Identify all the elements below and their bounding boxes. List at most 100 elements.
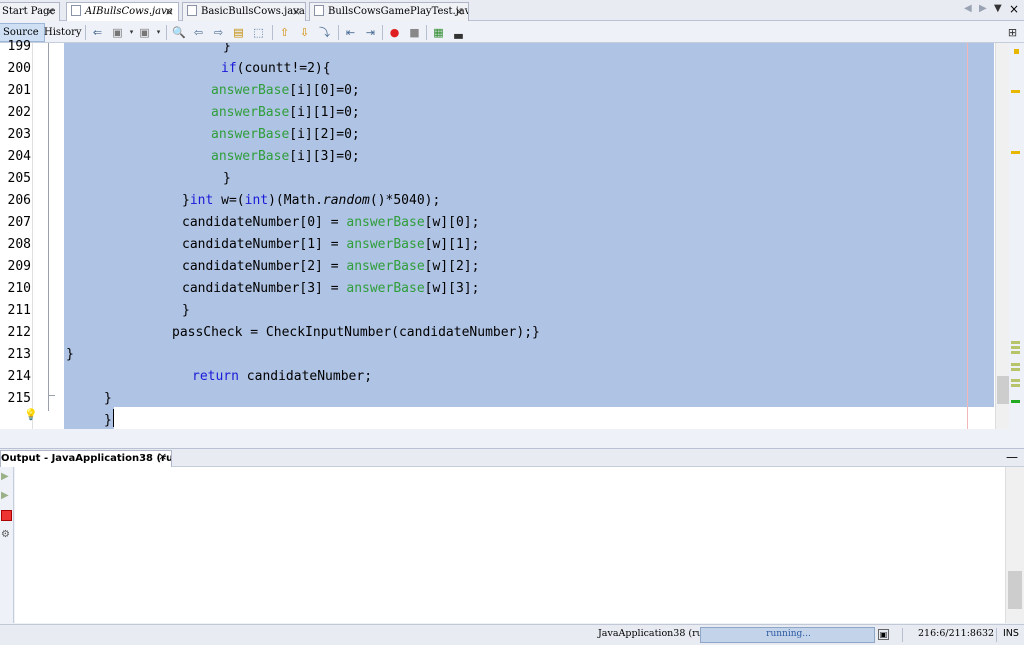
find-previous-icon[interactable]: ⇦ (192, 26, 205, 39)
output-console[interactable] (15, 467, 1005, 623)
close-icon[interactable]: × (46, 3, 55, 20)
editor-tab-bar: Start Page × AIBullsCows.java × BasicBul… (0, 0, 1024, 21)
rerun-with-params-icon[interactable]: ▶ (1, 490, 11, 502)
code-line[interactable]: } (66, 344, 74, 366)
code-line[interactable]: answerBase[i][2]=0; (211, 124, 360, 146)
minimize-icon[interactable]: — (1006, 450, 1018, 464)
previous-bookmark-icon[interactable]: ⇧ (278, 26, 291, 39)
code-token: [w][3]; (424, 281, 480, 296)
occurrence-marker[interactable] (1011, 379, 1020, 382)
close-icon[interactable]: × (158, 450, 167, 463)
start-macro-icon[interactable]: ● (388, 26, 401, 39)
code-line[interactable]: if(countt!=2){ (221, 58, 331, 80)
forward-icon[interactable]: ▣ (138, 26, 151, 39)
scrollbar-thumb[interactable] (997, 376, 1009, 404)
find-icon[interactable]: 🔍 (172, 26, 186, 39)
code-line[interactable]: candidateNumber[0] = answerBase[w][0]; (182, 212, 479, 234)
code-line[interactable]: } (223, 168, 231, 190)
maximize-icon[interactable]: ⊞ (1006, 26, 1019, 39)
history-button[interactable]: History (38, 23, 88, 42)
code-line[interactable]: } (223, 43, 231, 58)
code-token: } (104, 391, 112, 406)
right-margin-line (967, 43, 968, 429)
lightbulb-hint-icon[interactable]: 💡 (24, 408, 38, 421)
cancel-process-icon[interactable]: ▣ (878, 629, 889, 640)
toggle-highlight-icon[interactable]: ▤ (232, 26, 245, 39)
output-tab-label: Output - JavaApplication38 (ru... (1, 453, 172, 464)
shift-right-icon[interactable]: ⇥ (364, 26, 377, 39)
occurrence-marker[interactable] (1011, 346, 1020, 349)
stop-macro-icon[interactable]: ■ (408, 26, 421, 39)
code-line[interactable]: answerBase[i][0]=0; (211, 80, 360, 102)
occurrence-marker[interactable] (1011, 368, 1020, 371)
next-bookmark-icon[interactable]: ⇩ (298, 26, 311, 39)
code-token: )(Math. (268, 193, 323, 208)
warning-marker[interactable] (1011, 90, 1020, 93)
splitter[interactable] (0, 429, 1024, 448)
caret-marker (1011, 400, 1020, 403)
line-number: 210 (7, 281, 31, 296)
uncomment-icon[interactable]: ▃ (452, 26, 465, 39)
occurrence-marker[interactable] (1011, 351, 1020, 354)
java-file-icon (187, 5, 197, 16)
tab-output[interactable]: Output - JavaApplication38 (ru... (0, 450, 172, 467)
warning-marker[interactable] (1011, 151, 1020, 154)
code-token: candidateNumber[3] = (182, 281, 347, 296)
code-line[interactable]: answerBase[i][1]=0; (211, 102, 360, 124)
last-edit-icon[interactable]: ⇐ (91, 26, 104, 39)
running-process-label[interactable]: JavaApplication38 (run) (598, 628, 713, 639)
occurrence-marker[interactable] (1011, 384, 1020, 387)
code-line[interactable]: } (104, 410, 112, 429)
code-line[interactable]: candidateNumber[1] = answerBase[w][1]; (182, 234, 479, 256)
code-line[interactable]: return candidateNumber; (192, 366, 372, 388)
code-editor[interactable]: 199 200 201 202 203 204 205 206 207 208 209 210 211 2… (0, 39, 1024, 443)
rerun-icon[interactable]: ▶ (1, 471, 11, 483)
code-line[interactable]: } (182, 300, 190, 322)
scroll-tabs-left-icon[interactable]: ◀ (964, 3, 972, 14)
find-next-icon[interactable]: ⇨ (212, 26, 225, 39)
forward-dropdown-icon[interactable]: ▾ (152, 26, 165, 39)
settings-icon[interactable]: ⚙ (1, 529, 11, 541)
code-token: [i][1]=0; (289, 105, 360, 120)
occurrence-marker[interactable] (1011, 363, 1020, 366)
code-area[interactable]: } if(countt!=2){answerBase[i][0]=0; answer… (64, 43, 994, 429)
fold-guide (48, 43, 49, 411)
code-line[interactable]: answerBase[i][3]=0; (211, 146, 360, 168)
scroll-tabs-right-icon[interactable]: ▶ (979, 3, 987, 14)
tab-list-dropdown-icon[interactable]: ▼ (994, 3, 1002, 14)
comment-icon[interactable]: ▦ (432, 26, 445, 39)
caret-position: 216:6/211:8632 (918, 628, 995, 639)
shift-left-icon[interactable]: ⇤ (344, 26, 357, 39)
tab-basicbullscows[interactable]: BasicBullsCows.java × (182, 2, 306, 21)
code-line[interactable]: } (104, 388, 112, 410)
toggle-bookmark-icon[interactable]: ⤵ (318, 26, 331, 39)
output-vertical-scrollbar[interactable] (1005, 467, 1024, 623)
restore-window-icon[interactable]: × (1009, 2, 1019, 16)
scrollbar-thumb[interactable] (1008, 571, 1022, 609)
code-line[interactable]: passCheck = CheckInputNumber(candidateNu… (172, 322, 540, 344)
toolbar-separator (166, 25, 167, 40)
back-icon[interactable]: ▣ (111, 26, 124, 39)
code-token: candidateNumber; (238, 369, 373, 384)
code-line[interactable]: candidateNumber[3] = answerBase[w][3]; (182, 278, 479, 300)
tab-bullscowsgameplaytest[interactable]: BullsCowsGamePlayTest.java × (309, 2, 469, 21)
back-dropdown-icon[interactable]: ▾ (125, 26, 138, 39)
editor-vertical-scrollbar[interactable] (995, 43, 1009, 429)
code-token: w=( (213, 193, 245, 208)
code-line[interactable]: candidateNumber[2] = answerBase[w][2]; (182, 256, 479, 278)
stop-icon[interactable] (1, 510, 12, 521)
close-icon[interactable]: × (165, 3, 174, 20)
code-line[interactable]: }int w=(int)(Math.random()*5040); (182, 190, 440, 212)
select-icon[interactable]: ⬚ (252, 26, 265, 39)
close-icon[interactable]: × (455, 3, 464, 20)
tab-start-page[interactable]: Start Page × (0, 2, 60, 21)
output-actions: ▶ ▶ ⚙ (0, 467, 14, 623)
code-token: answerBase (346, 215, 425, 230)
tab-label: BullsCowsGamePlayTest.java (328, 6, 469, 17)
occurrence-marker[interactable] (1011, 341, 1020, 344)
tab-aibullscows[interactable]: AIBullsCows.java × (66, 2, 179, 21)
status-separator (996, 628, 997, 642)
close-icon[interactable]: × (292, 3, 301, 20)
insert-mode: INS (1003, 628, 1019, 639)
progress-bar[interactable]: running... (700, 627, 875, 643)
